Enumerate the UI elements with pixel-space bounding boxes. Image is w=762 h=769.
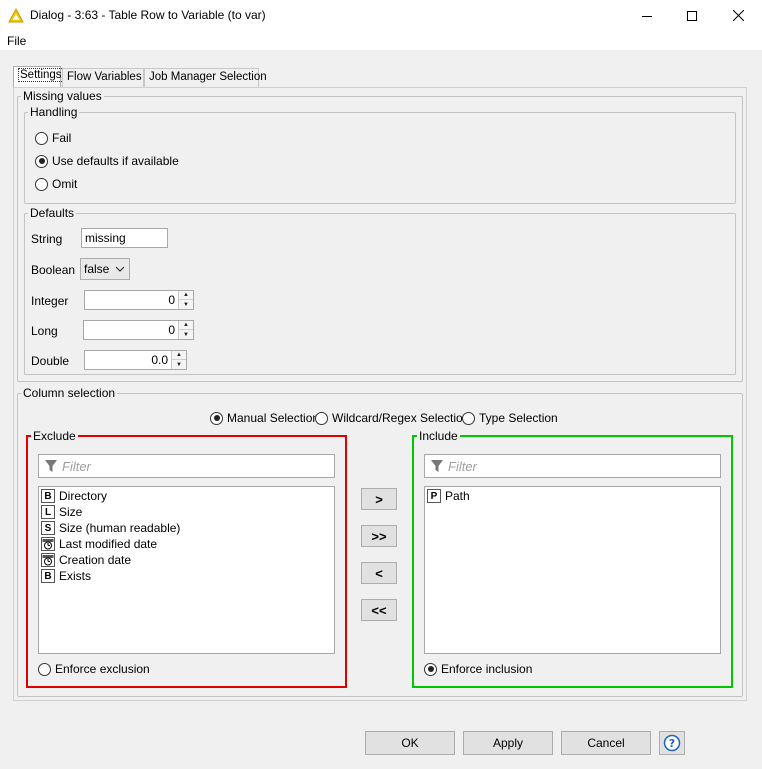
add-button[interactable]: > (361, 488, 397, 510)
maximize-icon (687, 10, 697, 21)
boolean-type-icon: B (41, 569, 55, 583)
type-selection-radio[interactable]: Type Selection (462, 411, 558, 425)
list-item-size[interactable]: L Size (41, 504, 82, 520)
filter-icon (45, 460, 57, 472)
include-list[interactable]: P Path (424, 486, 721, 654)
radio-indicator (35, 131, 48, 145)
spin-up-icon: ▲ (172, 351, 186, 360)
long-default-spinner[interactable]: 0 ▲ ▼ (83, 320, 194, 340)
defaults-legend: Defaults (30, 206, 75, 220)
window-title: Dialog - 3:63 - Table Row to Variable (t… (30, 8, 266, 22)
ok-button[interactable]: OK (365, 731, 455, 755)
list-item-directory[interactable]: B Directory (41, 488, 107, 504)
wildcard-regex-selection-radio[interactable]: Wildcard/Regex Selection (315, 411, 469, 425)
missing-values-legend: Missing values (23, 89, 102, 103)
menu-bar: File (0, 31, 762, 50)
list-item-path[interactable]: P Path (427, 488, 470, 504)
spinner-arrows[interactable]: ▲ ▼ (178, 321, 193, 339)
exclude-list[interactable]: B Directory L Size S Size (human readabl… (38, 486, 335, 654)
enforce-inclusion-radio[interactable]: Enforce inclusion (424, 662, 532, 676)
close-icon (732, 10, 744, 21)
handling-use-defaults-radio[interactable]: Use defaults if available (35, 154, 179, 168)
remove-all-button[interactable]: << (361, 599, 397, 621)
spin-up-icon: ▲ (179, 291, 193, 300)
filter-icon (431, 460, 443, 472)
string-label: String (31, 232, 63, 246)
spin-up-icon: ▲ (179, 321, 193, 330)
double-default-spinner[interactable]: 0.0 ▲ ▼ (84, 350, 187, 370)
boolean-label: Boolean (31, 263, 76, 277)
date-time-type-icon (41, 553, 55, 567)
spinner-arrows[interactable]: ▲ ▼ (178, 291, 193, 309)
long-type-icon: L (41, 505, 55, 519)
tab-flow-variables[interactable]: Flow Variables (62, 68, 144, 87)
svg-text:?: ? (669, 737, 675, 750)
boolean-type-icon: B (41, 489, 55, 503)
minimize-button[interactable] (624, 0, 670, 31)
radio-indicator (210, 411, 223, 425)
handling-omit-radio[interactable]: Omit (35, 177, 77, 191)
spin-down-icon: ▼ (179, 300, 193, 309)
spin-down-icon: ▼ (179, 330, 193, 339)
list-item-exists[interactable]: B Exists (41, 568, 91, 584)
integer-label: Integer (31, 294, 69, 308)
boolean-default-select[interactable]: false (80, 258, 130, 280)
radio-indicator (38, 662, 51, 676)
chevron-down-icon (115, 266, 125, 272)
exclude-filter-input[interactable]: Filter (38, 454, 335, 478)
tab-settings[interactable]: Settings (13, 66, 64, 87)
spinner-arrows[interactable]: ▲ ▼ (171, 351, 186, 369)
maximize-button[interactable] (669, 0, 715, 31)
add-all-button[interactable]: >> (361, 525, 397, 547)
integer-default-spinner[interactable]: 0 ▲ ▼ (84, 290, 194, 310)
radio-indicator (35, 177, 48, 191)
include-legend: Include (419, 429, 458, 443)
handling-legend: Handling (30, 105, 78, 119)
column-selection-legend: Column selection (23, 386, 116, 400)
radio-indicator (424, 662, 437, 676)
exclude-legend: Exclude (33, 429, 76, 443)
knime-warning-icon (8, 8, 24, 23)
menu-file[interactable]: File (7, 34, 26, 48)
close-button[interactable] (715, 0, 761, 31)
enforce-exclusion-radio[interactable]: Enforce exclusion (38, 662, 150, 676)
date-time-type-icon (41, 537, 55, 551)
apply-button[interactable]: Apply (463, 731, 553, 755)
help-icon: ? (663, 734, 681, 752)
tab-job-manager-selection[interactable]: Job Manager Selection (144, 68, 267, 87)
handling-fail-radio[interactable]: Fail (35, 131, 71, 145)
radio-indicator (462, 411, 475, 425)
cancel-button[interactable]: Cancel (561, 731, 651, 755)
include-filter-input[interactable]: Filter (424, 454, 721, 478)
list-item-size-human-readable[interactable]: S Size (human readable) (41, 520, 180, 536)
radio-indicator (35, 154, 48, 168)
radio-indicator (315, 411, 328, 425)
double-label: Double (31, 354, 70, 368)
minimize-icon (642, 15, 652, 17)
title-bar: Dialog - 3:63 - Table Row to Variable (t… (0, 0, 762, 31)
string-type-icon: S (41, 521, 55, 535)
list-item-creation-date[interactable]: Creation date (41, 552, 131, 568)
remove-button[interactable]: < (361, 562, 397, 584)
list-item-last-modified-date[interactable]: Last modified date (41, 536, 157, 552)
long-label: Long (31, 324, 58, 338)
spin-down-icon: ▼ (172, 360, 186, 369)
help-button[interactable]: ? (659, 731, 685, 755)
manual-selection-radio[interactable]: Manual Selection (210, 411, 319, 425)
string-default-input[interactable]: missing (81, 228, 168, 248)
path-type-icon: P (427, 489, 441, 503)
